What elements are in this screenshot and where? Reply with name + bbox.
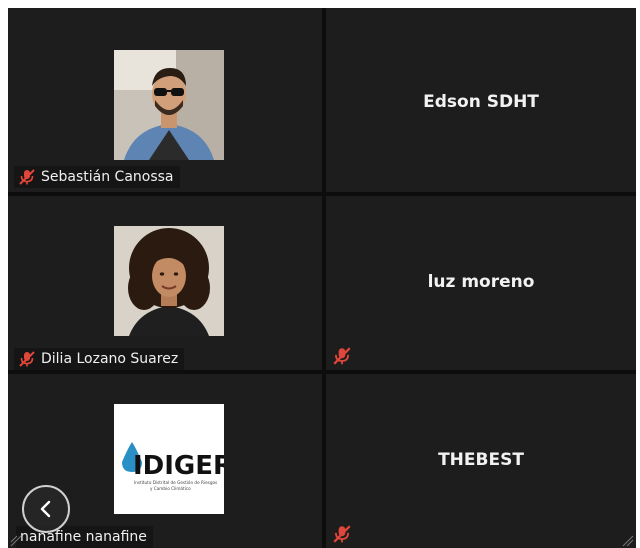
logo-subtext: Instituto Distrital de Gestión de Riesgo… [134,480,217,485]
video-gallery: Sebastián Canossa Edson SDHT Dilia Lozan… [8,8,636,548]
back-button[interactable] [22,485,70,533]
man-sunglasses-photo [114,50,224,160]
resize-grip-icon[interactable] [622,535,634,547]
participant-name-center: Edson SDHT [423,92,539,112]
chevron-left-icon [40,500,51,518]
logo-text: IDIGER [133,451,224,481]
participant-tile-sebastian[interactable]: Sebastián Canossa [8,8,322,192]
participant-tile-luz[interactable]: luz moreno [326,196,636,370]
participant-name-center: THEBEST [438,450,524,470]
participant-video-sebastian [114,50,224,160]
participant-name: Sebastián Canossa [41,169,174,185]
participant-video-nanafine: IDIGER Instituto Distrital de Gestión de… [114,404,224,514]
mic-muted-icon [333,347,351,365]
participant-name-center: luz moreno [427,272,535,292]
participant-tile-thebest[interactable]: THEBEST [326,374,636,548]
participant-label: Sebastián Canossa [14,166,180,188]
mic-muted-icon [333,525,351,543]
woman-curly-hair-photo [114,226,224,336]
participant-label: Dilia Lozano Suarez [14,348,185,370]
resize-grip-icon[interactable] [10,535,22,547]
logo-subtext: y Cambio Climático [150,486,191,491]
participant-name: Dilia Lozano Suarez [41,351,179,367]
mic-muted-icon [19,351,35,367]
idiger-logo: IDIGER Instituto Distrital de Gestión de… [114,404,224,514]
mic-muted-icon [19,169,35,185]
participant-tile-edson[interactable]: Edson SDHT [326,8,636,192]
participant-tile-dilia[interactable]: Dilia Lozano Suarez [8,196,322,370]
participant-video-dilia [114,226,224,336]
